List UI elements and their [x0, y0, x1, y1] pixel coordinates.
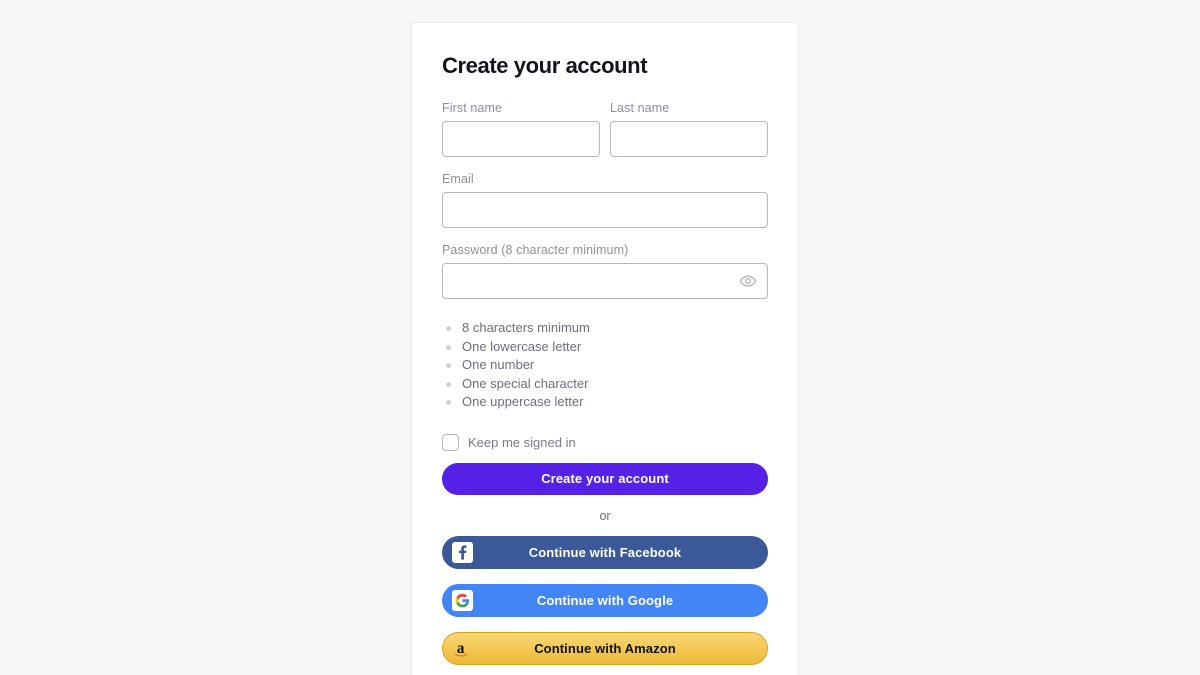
password-group: Password (8 character minimum) [442, 243, 768, 299]
keep-signed-in-row: Keep me signed in [442, 433, 768, 451]
last-name-label: Last name [610, 101, 670, 115]
last-name-input[interactable] [610, 121, 768, 157]
continue-with-amazon-button[interactable]: a Continue with Amazon [442, 631, 768, 665]
password-requirements-list: 8 characters minimum One lowercase lette… [442, 319, 768, 412]
toggle-password-visibility-button[interactable] [737, 270, 759, 292]
signup-card: Create your account First name Last name… [411, 22, 799, 675]
first-name-group: First name [442, 101, 600, 157]
eye-icon [739, 275, 757, 287]
facebook-button-label: Continue with Facebook [528, 544, 682, 560]
amazon-glyph: a [454, 640, 468, 657]
requirement-item: 8 characters minimum [444, 319, 768, 338]
password-label: Password (8 character minimum) [442, 243, 629, 257]
continue-with-facebook-button[interactable]: Continue with Facebook [442, 535, 768, 569]
first-name-input[interactable] [442, 121, 600, 157]
create-account-button[interactable]: Create your account [442, 462, 768, 495]
last-name-group: Last name [610, 101, 768, 157]
keep-signed-in-checkbox[interactable] [442, 433, 459, 451]
email-group: Email [442, 172, 768, 228]
keep-signed-in-label[interactable]: Keep me signed in [468, 435, 576, 450]
password-input-wrapper [442, 263, 768, 299]
requirement-item: One number [444, 356, 768, 375]
svg-text:a: a [456, 640, 464, 657]
email-label: Email [442, 172, 474, 186]
requirement-item: One uppercase letter [444, 393, 768, 412]
amazon-icon: a [451, 636, 475, 660]
google-button-label: Continue with Google [536, 592, 674, 608]
requirement-item: One special character [444, 375, 768, 394]
first-name-label: First name [442, 101, 503, 115]
google-icon [450, 588, 474, 612]
name-row: First name Last name [442, 101, 768, 157]
email-input[interactable] [442, 192, 768, 228]
page-title: Create your account [442, 53, 648, 78]
facebook-glyph [458, 545, 467, 560]
or-divider-text: or [599, 508, 611, 523]
signup-page: Create your account First name Last name… [0, 0, 1200, 675]
password-input[interactable] [442, 263, 768, 299]
facebook-icon [450, 540, 474, 564]
continue-with-google-button[interactable]: Continue with Google [442, 583, 768, 617]
google-glyph [455, 593, 469, 608]
amazon-button-label: Continue with Amazon [534, 640, 676, 656]
requirement-item: One lowercase letter [444, 338, 768, 357]
